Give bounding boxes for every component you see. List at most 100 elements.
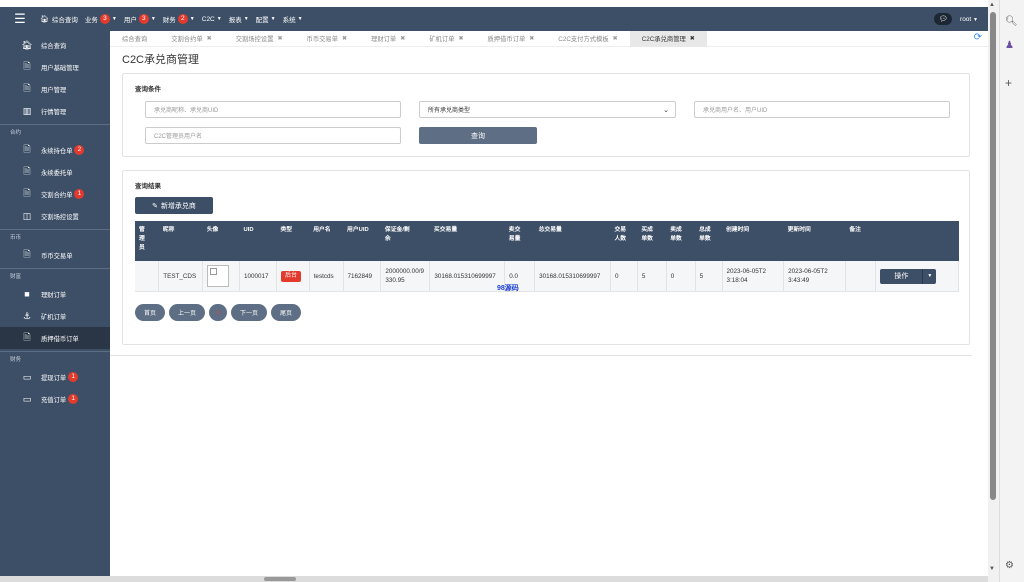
cell-margin: 2000000.00/9330.95 (380, 261, 431, 292)
sidebar-item-miner-order[interactable]: ⚓︎ 矿机订单 (0, 305, 110, 327)
nav-config[interactable]: 配置 ▼ (256, 14, 276, 24)
tab-coin-trade[interactable]: 币币交易单 ✖ (295, 31, 360, 47)
tab-miner-order[interactable]: 矿机订单 ✖ (417, 31, 475, 47)
refresh-icon[interactable]: ⟳ (974, 32, 982, 43)
chevron-down-icon: ▼ (150, 16, 156, 22)
sidebar-item-recharge-order[interactable]: ▭ 充值订单 1 (0, 388, 110, 410)
close-icon[interactable]: ✖ (342, 35, 347, 42)
sidebar-item-pledge-order[interactable]: 🗎 质押借币订单 (0, 327, 110, 349)
chevron-down-icon: ▼ (216, 16, 222, 22)
scroll-up-icon[interactable]: ▲ (989, 2, 995, 8)
col-updated: 更新时间 (783, 221, 846, 261)
sidebar-item-perp-order[interactable]: 🗎 永续委托单 (0, 161, 110, 183)
close-icon[interactable]: ✖ (400, 35, 405, 42)
menu-toggle-icon[interactable]: ☰ (0, 7, 40, 31)
sidebar-item-overview[interactable]: 🏠︎ 综合查询 (0, 34, 110, 56)
tab-pledge-order[interactable]: 质押借币订单 ✖ (475, 31, 546, 47)
chevron-down-icon: ▼ (243, 16, 249, 22)
query-button[interactable]: 查询 (419, 127, 537, 144)
nav-c2c[interactable]: C2C ▼ (202, 16, 222, 23)
sidebar-item-user-manage[interactable]: 🗎 用户管理 (0, 78, 110, 100)
close-icon[interactable]: ✖ (613, 35, 618, 42)
close-icon[interactable]: ✖ (690, 35, 695, 42)
document-icon: 🗎 (23, 188, 31, 198)
c2c-manager-input[interactable]: C2C管理员用户名 (145, 127, 401, 144)
home-icon: 🏠︎ (40, 16, 49, 23)
sidebar-item-user-basic[interactable]: 🗎 用户基础管理 (0, 56, 110, 78)
cell-note (845, 261, 877, 292)
columns-icon: ◫ (22, 210, 32, 221)
current-page-button[interactable]: 1 (209, 304, 227, 321)
horizontal-scrollbar[interactable] (0, 576, 988, 582)
col-note: 备注 (845, 221, 876, 261)
cell-total-orders: 5 (695, 261, 723, 292)
sidebar-item-perp-position[interactable]: 🗎 永续持仓单 2 (0, 139, 110, 161)
col-sell-orders: 卖成单数 (666, 221, 696, 261)
cell-buy-orders: 5 (637, 261, 667, 292)
sidebar-item-wealth-order[interactable]: ■ 理财订单 (0, 283, 110, 305)
user-menu[interactable]: root ▼ (960, 16, 978, 23)
anchor-icon: ⚓︎ (22, 310, 32, 321)
avatar (207, 265, 230, 287)
sidebar-item-delivery-control[interactable]: ◫ 交割场控设置 (0, 205, 110, 227)
scroll-down-icon[interactable]: ▼ (989, 566, 995, 572)
search-icon[interactable]: 🔍︎ (1005, 16, 1018, 27)
sidebar-item-coin-trade[interactable]: 🗎 币币交易单 (0, 244, 110, 266)
nav-reports[interactable]: 报表 ▼ (229, 14, 249, 24)
chat-icon[interactable]: 💬︎ (934, 13, 953, 25)
close-icon[interactable]: ✖ (207, 35, 212, 42)
tab-overview[interactable]: 综合查询 (110, 31, 159, 47)
first-page-button[interactable]: 首页 (135, 304, 165, 321)
extension-icon[interactable]: ♟ (1005, 40, 1014, 51)
card-icon: ▭ (22, 371, 32, 382)
close-icon[interactable]: ✖ (458, 35, 463, 42)
document-icon: 🗎 (23, 332, 31, 342)
nav-system[interactable]: 系统 ▼ (283, 14, 303, 24)
close-icon[interactable]: ✖ (277, 35, 282, 42)
merchant-type-select[interactable]: 所有承兑商类型 ⌄ (419, 101, 676, 118)
next-page-button[interactable]: 下一页 (231, 304, 267, 321)
query-panel: 查询条件 承兑商昵称、承兑商UID 所有承兑商类型 ⌄ 承兑商用户名、用户UID … (122, 73, 970, 157)
cell-user-uid: 7162849 (343, 261, 382, 292)
tab-delivery-contract[interactable]: 交割合约单 ✖ (159, 31, 224, 47)
nav-business[interactable]: 业务 3 ▼ (85, 14, 117, 24)
col-admin: 管理员 (135, 221, 159, 261)
col-created: 创建时间 (722, 221, 784, 261)
results-table: 管理员 昵称 头像 UID 类型 用户名 用户UID 保证金/剩余 买交易量 卖… (135, 221, 959, 292)
gear-icon[interactable]: ⚙ (1005, 560, 1014, 571)
cell-total-volume: 30168.015310699997 (534, 261, 611, 292)
sidebar-item-withdraw-order[interactable]: ▭ 提现订单 1 (0, 366, 110, 388)
tab-wealth-order[interactable]: 理财订单 ✖ (359, 31, 417, 47)
chevron-down-icon[interactable]: ▼ (922, 268, 937, 284)
pencil-icon: ✎ (152, 202, 158, 210)
cell-uid: 1000017 (239, 261, 277, 292)
sidebar-badge: 1 (74, 189, 85, 199)
tab-c2c-merchant[interactable]: C2C承兑商管理 ✖ (629, 30, 707, 47)
col-uid: UID (239, 221, 277, 261)
col-actions (875, 221, 959, 261)
merchant-name-uid-input[interactable]: 承兑商昵称、承兑商UID (145, 101, 401, 118)
watermark-text: 98源码 (497, 285, 519, 292)
tab-delivery-control[interactable]: 交割场控设置 ✖ (224, 31, 295, 47)
add-icon[interactable]: + (1005, 76, 1012, 90)
page-title: C2C承兑商管理 (122, 54, 200, 66)
col-buy-orders: 买成单数 (637, 221, 667, 261)
action-button[interactable]: 操作 (880, 268, 923, 284)
prev-page-button[interactable]: 上一页 (169, 304, 205, 321)
last-page-button[interactable]: 尾页 (271, 304, 301, 321)
cell-avatar (202, 261, 241, 292)
nav-users[interactable]: 用户 3 ▼ (124, 14, 156, 24)
col-user-uid: 用户UID (343, 221, 381, 261)
nav-home[interactable]: 🏠︎ 综合查询 (40, 14, 78, 24)
chevron-down-icon: ⌄ (663, 106, 669, 114)
add-merchant-button[interactable]: ✎ 新增承兑商 (135, 197, 213, 214)
sidebar-item-market[interactable]: ▥ 行情管理 (0, 100, 110, 122)
col-total-volume: 总交易量 (534, 221, 611, 261)
horizontal-scrollbar-thumb[interactable] (264, 577, 296, 581)
nav-finance[interactable]: 财务 2 ▼ (163, 14, 195, 24)
sidebar-item-delivery-contract[interactable]: 🗎 交割合约单 1 (0, 183, 110, 205)
close-icon[interactable]: ✖ (529, 35, 534, 42)
scrollbar-thumb[interactable] (990, 12, 996, 500)
tab-c2c-payment-template[interactable]: C2C支付方式模板 ✖ (546, 31, 629, 47)
merchant-username-input[interactable]: 承兑商用户名、用户UID (694, 101, 950, 118)
